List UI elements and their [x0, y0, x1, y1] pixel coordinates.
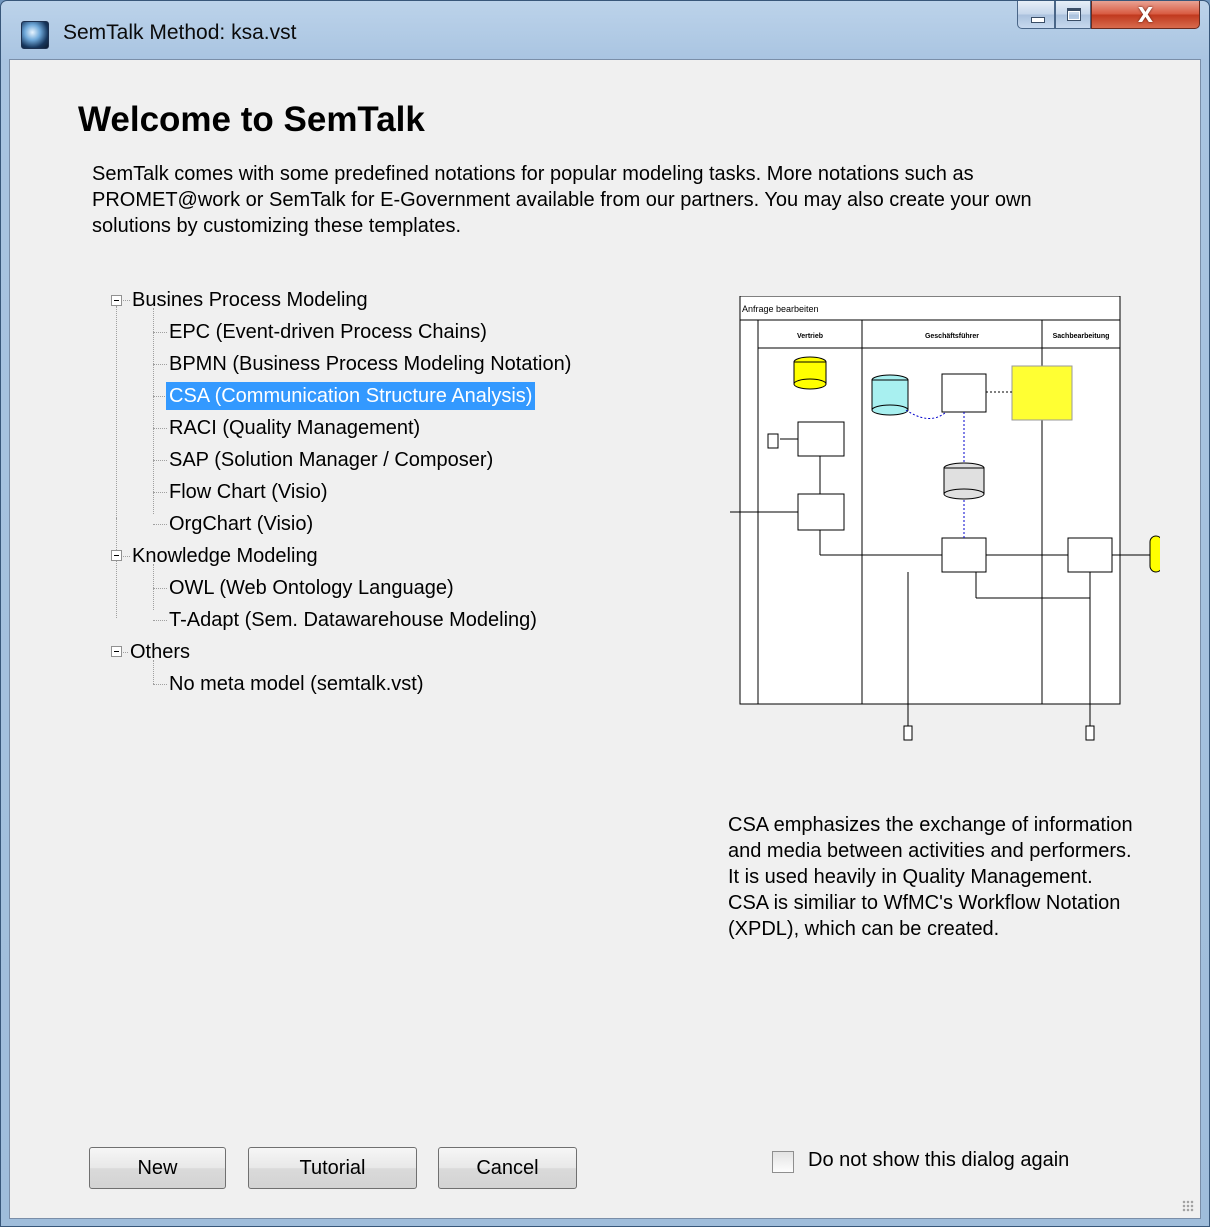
tree-line — [153, 308, 154, 514]
tree-line — [153, 524, 167, 525]
intro-text: SemTalk comes with some predefined notat… — [92, 163, 1032, 237]
lane-label: Vertrieb — [797, 333, 823, 340]
method-preview-diagram: Anfrage bearbeiten Vertrieb Geschäftsfüh… — [730, 296, 1160, 741]
lane-label: Geschäftsführer — [925, 333, 979, 340]
tree-line — [153, 564, 154, 610]
activity-shape — [941, 373, 987, 413]
tree-line — [153, 660, 154, 684]
minimize-button[interactable] — [1017, 1, 1055, 29]
description-line: CSA emphasizes the exchange of informati… — [728, 814, 1133, 862]
tree-group-business-process[interactable]: Busines Process Modeling — [129, 286, 371, 314]
collapse-icon[interactable] — [111, 646, 122, 657]
activity-shape — [797, 493, 845, 531]
tree-item-csa[interactable]: CSA (Communication Structure Analysis) — [166, 382, 536, 410]
tree-line — [153, 684, 167, 685]
tree-line — [116, 306, 117, 518]
activity-shape — [797, 421, 845, 457]
tree-line — [153, 364, 167, 365]
new-button[interactable]: New — [89, 1147, 226, 1189]
tree-group-knowledge[interactable]: Knowledge Modeling — [129, 542, 321, 570]
window-title: SemTalk Method: ksa.vst — [63, 21, 297, 44]
cancel-button[interactable]: Cancel — [438, 1147, 577, 1189]
semtalk-app-icon[interactable] — [21, 21, 49, 49]
collapse-icon[interactable] — [111, 295, 122, 306]
dialog-window: SemTalk Method: ksa.vst X Welcome to Sem… — [0, 0, 1210, 1227]
tree-item-bpmn[interactable]: BPMN (Business Process Modeling Notation… — [166, 350, 574, 378]
tree-line — [153, 460, 167, 461]
method-tree: Busines Process Modeling EPC (Event-driv… — [100, 286, 660, 716]
activity-shape — [1067, 537, 1113, 573]
note-shape — [1011, 365, 1073, 421]
tree-line — [153, 588, 167, 589]
tree-item-sap[interactable]: SAP (Solution Manager / Composer) — [166, 446, 496, 474]
tutorial-button[interactable]: Tutorial — [248, 1147, 417, 1189]
maximize-button[interactable] — [1055, 1, 1091, 29]
tree-line — [153, 492, 167, 493]
title-bar[interactable]: SemTalk Method: ksa.vst X — [1, 1, 1209, 59]
resize-grip-icon[interactable] — [1182, 1200, 1194, 1212]
data-store-shape — [793, 378, 827, 390]
dont-show-again-checkbox[interactable] — [772, 1151, 794, 1173]
tree-line — [153, 428, 167, 429]
description-line: It is used heavily in Quality Management… — [728, 866, 1093, 888]
tree-line — [153, 620, 167, 621]
tree-line — [153, 332, 167, 333]
activity-shape — [941, 537, 987, 573]
method-description: CSA emphasizes the exchange of informati… — [728, 812, 1158, 942]
close-button[interactable]: X — [1091, 1, 1200, 29]
tree-item-no-meta-model[interactable]: No meta model (semtalk.vst) — [166, 670, 427, 698]
preview-frame — [739, 296, 1121, 705]
lane-label: Sachbearbeitung — [1053, 333, 1110, 340]
dialog-body: Welcome to SemTalk SemTalk comes with so… — [9, 59, 1201, 1219]
tree-group-others[interactable]: Others — [127, 638, 193, 666]
preview-title: Anfrage bearbeiten — [742, 304, 819, 314]
tree-line — [116, 518, 117, 618]
tree-item-raci[interactable]: RACI (Quality Management) — [166, 414, 423, 442]
description-line: CSA is similiar to WfMC's Workflow Notat… — [728, 892, 1121, 940]
tree-line — [153, 396, 167, 397]
data-store-shape — [871, 404, 909, 416]
dont-show-again-label[interactable]: Do not show this dialog again — [808, 1149, 1069, 1172]
tree-item-epc[interactable]: EPC (Event-driven Process Chains) — [166, 318, 490, 346]
performer-icon — [1085, 725, 1095, 741]
tree-item-flowchart[interactable]: Flow Chart (Visio) — [166, 478, 331, 506]
performer-icon — [903, 725, 913, 741]
tree-item-tadapt[interactable]: T-Adapt (Sem. Datawarehouse Modeling) — [166, 606, 540, 634]
collapse-icon[interactable] — [111, 550, 122, 561]
data-store-shape — [1149, 535, 1160, 573]
data-store-shape — [943, 488, 985, 500]
close-icon: X — [1137, 3, 1154, 27]
page-title: Welcome to SemTalk — [78, 100, 425, 139]
tree-item-owl[interactable]: OWL (Web Ontology Language) — [166, 574, 457, 602]
performer-icon — [767, 433, 779, 449]
tree-item-orgchart[interactable]: OrgChart (Visio) — [166, 510, 316, 538]
